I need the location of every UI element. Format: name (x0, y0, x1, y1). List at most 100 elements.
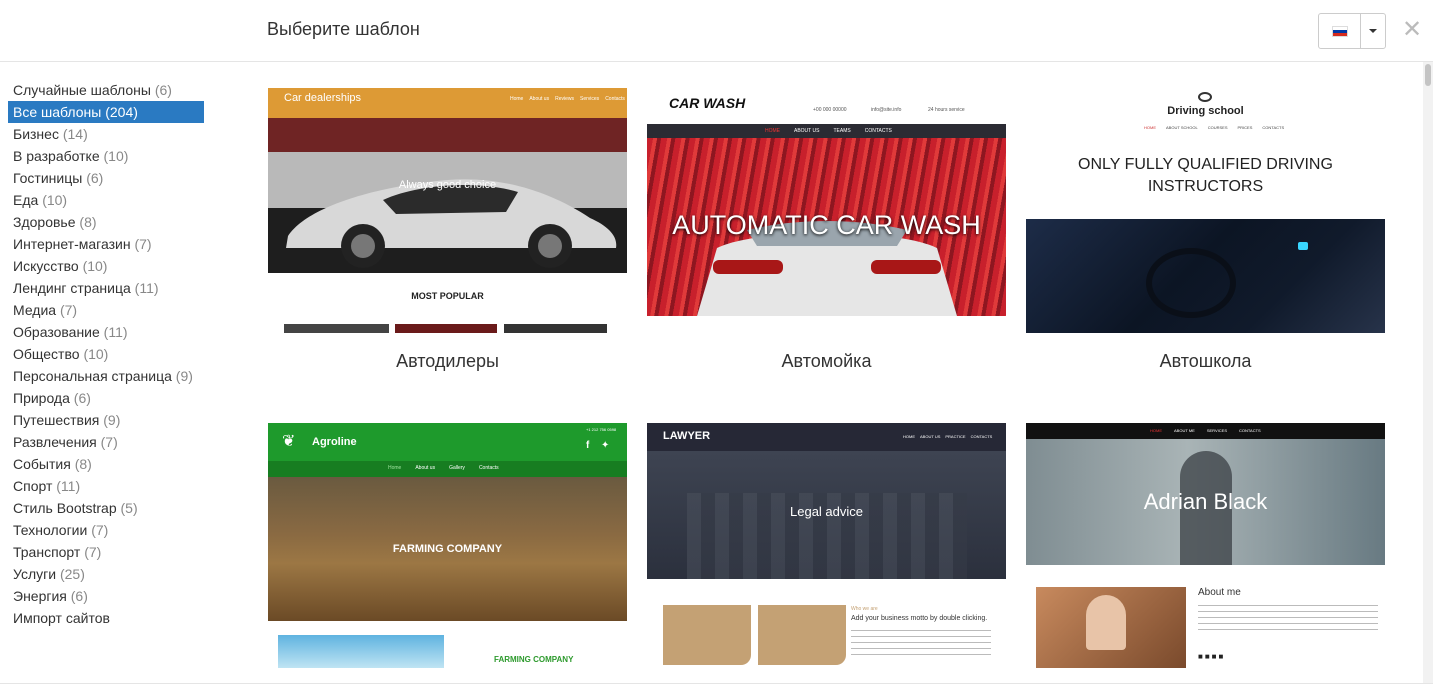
template-thumbnail: ❦ Agroline +1 212 756 0598 f ✦ Home About… (268, 423, 627, 668)
preview-nav: HOME ABOUT US TEAMS CONTACTS (765, 128, 892, 134)
scrollbar[interactable] (1423, 62, 1433, 684)
category-item[interactable]: Гостиницы (6) (8, 167, 208, 189)
category-item[interactable]: Случайные шаблоны (6) (8, 79, 208, 101)
template-name: Автомойка (781, 351, 872, 371)
category-name: Все шаблоны (204) (13, 104, 138, 120)
category-item[interactable]: Искусство (10) (8, 255, 208, 277)
facebook-icon: f (586, 440, 590, 451)
category-count: (8) (79, 214, 97, 230)
category-item[interactable]: Путешествия (9) (8, 409, 208, 431)
category-item[interactable]: Персональная страница (9) (8, 365, 208, 387)
chevron-down-icon (1369, 29, 1377, 33)
category-item[interactable]: Технологии (7) (8, 519, 208, 541)
category-count: (6) (70, 588, 88, 604)
page-title: Выберите шаблон (267, 19, 420, 39)
car-silhouette (286, 179, 617, 268)
category-count: (7) (59, 302, 78, 318)
category-name: Путешествия (13, 412, 100, 428)
scrollbar-thumb[interactable] (1425, 64, 1431, 86)
category-item[interactable]: Спорт (11) (8, 475, 208, 497)
category-count: (11) (56, 478, 81, 494)
dialog-header: Выберите шаблон ✕ (0, 0, 1433, 62)
category-item[interactable]: Импорт сайтов (8, 607, 208, 629)
template-card-adrian-black[interactable]: HOME ABOUT ME SERVICES CONTACTS Adrian Blac… (1026, 423, 1385, 668)
category-item[interactable]: Интернет-магазин (7) (8, 233, 208, 255)
category-item[interactable]: Природа (6) (8, 387, 208, 409)
close-icon[interactable]: ✕ (1400, 16, 1424, 44)
category-item[interactable]: Медиа (7) (8, 299, 208, 321)
template-name: Автошкола (1159, 351, 1252, 371)
category-count: (14) (62, 126, 88, 142)
template-card-car-wash[interactable]: CAR WASH +00 000 00000 info@site.info 24… (647, 88, 1006, 371)
template-thumbnail: CAR WASH +00 000 00000 info@site.info 24… (647, 88, 1006, 333)
category-name: Гостиницы (13, 170, 83, 186)
preview-nav: Home About us Reviews Services Contacts (510, 96, 625, 102)
category-name: Стиль Bootstrap (13, 500, 117, 516)
category-count: (8) (74, 456, 92, 472)
category-count: (7) (100, 434, 118, 450)
category-item[interactable]: Услуги (25) (8, 563, 208, 585)
category-item[interactable]: Лендинг страница (11) (8, 277, 208, 299)
category-item[interactable]: Бизнес (14) (8, 123, 208, 145)
template-card-lawyer[interactable]: LAWYER HOME ABOUT US PRACTICE CONTACTS Lega… (647, 423, 1006, 668)
category-count: (11) (134, 280, 159, 296)
category-name: Искусство (13, 258, 79, 274)
category-count: (6) (86, 170, 104, 186)
category-item[interactable]: Здоровье (8) (8, 211, 208, 233)
category-count: (7) (134, 236, 152, 252)
twitter-icon: ✦ (601, 440, 610, 451)
template-card-agroline[interactable]: ❦ Agroline +1 212 756 0598 f ✦ Home About… (268, 423, 627, 668)
category-item[interactable]: Стиль Bootstrap (5) (8, 497, 208, 519)
category-item[interactable]: Энергия (6) (8, 585, 208, 607)
category-name: В разработке (13, 148, 100, 164)
category-count: (9) (103, 412, 121, 428)
category-name: Транспорт (13, 544, 81, 560)
category-count: (6) (73, 390, 91, 406)
category-name: Импорт сайтов (13, 610, 110, 626)
category-item[interactable]: В разработке (10) (8, 145, 208, 167)
category-name: События (13, 456, 71, 472)
category-name: Общество (13, 346, 80, 362)
category-count: (10) (82, 258, 108, 274)
language-select[interactable] (1318, 13, 1386, 49)
category-name: Услуги (13, 566, 57, 582)
category-name: Лендинг страница (13, 280, 131, 296)
category-item[interactable]: Образование (11) (8, 321, 208, 343)
category-count: (11) (103, 324, 128, 340)
preview-nav: HOME ABOUT SCHOOL COURSES PRICES CONTACTS (1144, 125, 1285, 130)
flag-ru-icon (1331, 25, 1348, 37)
category-name: Бизнес (13, 126, 59, 142)
category-count: (5) (120, 500, 138, 516)
category-name: Случайные шаблоны (13, 82, 151, 98)
preview-nav: HOME ABOUT US PRACTICE CONTACTS (903, 434, 993, 439)
category-name: Природа (13, 390, 70, 406)
category-name: Развлечения (13, 434, 97, 450)
category-count: (10) (42, 192, 68, 208)
category-name: Энергия (13, 588, 67, 604)
template-thumbnail: Car dealerships Home About us Reviews Servi… (268, 88, 627, 333)
template-thumbnail: LAWYER HOME ABOUT US PRACTICE CONTACTS Lega… (647, 423, 1006, 668)
category-name: Здоровье (13, 214, 76, 230)
preview-nav: Home About us Gallery Contacts (388, 465, 499, 471)
category-item[interactable]: Развлечения (7) (8, 431, 208, 453)
leaf-icon: ❦ (282, 433, 296, 450)
category-item[interactable]: События (8) (8, 453, 208, 475)
category-list: Случайные шаблоны (6) Все шаблоны (204) Би… (8, 79, 208, 629)
category-item[interactable]: Транспорт (7) (8, 541, 208, 563)
category-name: Медиа (13, 302, 57, 318)
preview-nav: HOME ABOUT ME SERVICES CONTACTS (1150, 428, 1261, 433)
steering-wheel-icon (1198, 92, 1212, 102)
social-icons: ■■■■ (1198, 652, 1226, 661)
template-card-driving-school[interactable]: Driving school HOME ABOUT SCHOOL COURSES PR… (1026, 88, 1385, 371)
category-name: Образование (13, 324, 100, 340)
category-count: (10) (83, 346, 109, 362)
category-item[interactable]: Еда (10) (8, 189, 208, 211)
template-thumbnail: HOME ABOUT ME SERVICES CONTACTS Adrian Blac… (1026, 423, 1385, 668)
category-count: (9) (175, 368, 193, 384)
category-count: (7) (91, 522, 109, 538)
category-name: Еда (13, 192, 39, 208)
category-item[interactable]: Все шаблоны (204) (8, 101, 204, 123)
template-card-car-dealers[interactable]: Car dealerships Home About us Reviews Servi… (268, 88, 627, 371)
category-item[interactable]: Общество (10) (8, 343, 208, 365)
category-count: (10) (103, 148, 129, 164)
